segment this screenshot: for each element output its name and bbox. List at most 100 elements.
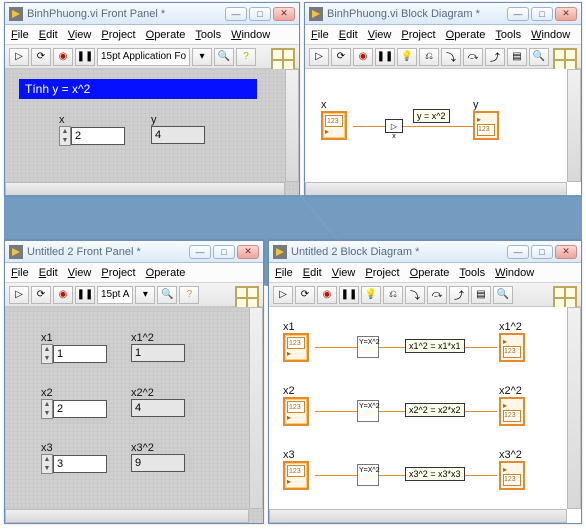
highlight-exec-button[interactable]: 💡 <box>361 286 381 304</box>
run-button[interactable]: ▷ <box>9 286 29 304</box>
input-x2[interactable]: 2 <box>53 400 107 418</box>
pause-button[interactable]: ❚❚ <box>75 48 95 66</box>
close-button[interactable]: ✕ <box>555 245 577 259</box>
menu-operate[interactable]: Operate <box>146 267 186 279</box>
menu-operate[interactable]: Operate <box>146 29 186 41</box>
scrollbar-horizontal[interactable] <box>5 509 249 523</box>
menu-view[interactable]: View <box>68 267 92 279</box>
run-continuous-button[interactable]: ⟳ <box>31 286 51 304</box>
align-button[interactable]: ▾ <box>135 286 155 304</box>
menu-project[interactable]: Project <box>101 29 135 41</box>
input-x[interactable]: 2 <box>71 127 125 145</box>
menu-operate[interactable]: Operate <box>446 29 486 41</box>
run-button[interactable]: ▷ <box>309 48 329 66</box>
control-terminal-x1[interactable]: 123▸ <box>283 333 309 362</box>
help-button[interactable]: ? <box>236 48 256 66</box>
search-button[interactable]: 🔍 <box>157 286 177 304</box>
minimize-button[interactable]: — <box>507 7 529 21</box>
multiply-node[interactable]: ▷x <box>385 119 403 133</box>
menu-tools[interactable]: Tools <box>459 267 485 279</box>
search-button[interactable]: 🔍 <box>214 48 234 66</box>
menu-window[interactable]: Window <box>495 267 534 279</box>
step-over-button[interactable]: ⤼ <box>463 48 483 66</box>
titlebar[interactable]: BinhPhuong.vi Block Diagram * — □ ✕ <box>305 3 581 25</box>
menu-tools[interactable]: Tools <box>195 29 221 41</box>
scrollbar-horizontal[interactable] <box>269 509 567 523</box>
menu-file[interactable]: File <box>11 29 29 41</box>
control-terminal-x2[interactable]: 123▸ <box>283 397 309 426</box>
abort-button[interactable]: ◉ <box>53 286 73 304</box>
scrollbar-vertical[interactable] <box>249 307 263 509</box>
menu-view[interactable]: View <box>368 29 392 41</box>
scrollbar-horizontal[interactable] <box>5 182 285 196</box>
step-into-button[interactable]: ⤵ <box>441 48 461 66</box>
titlebar[interactable]: Untitled 2 Front Panel * — □ ✕ <box>5 241 263 263</box>
abort-button[interactable]: ◉ <box>353 48 373 66</box>
titlebar[interactable]: Untitled 2 Block Diagram * — □ ✕ <box>269 241 581 263</box>
spinner-x1[interactable]: ▲▼ <box>41 344 53 364</box>
highlight-exec-button[interactable]: 💡 <box>397 48 417 66</box>
indicator-terminal-y[interactable]: ▸123 <box>473 111 499 140</box>
maximize-button[interactable]: □ <box>249 7 271 21</box>
scrollbar-vertical[interactable] <box>567 69 581 182</box>
retain-wire-button[interactable]: ⎌ <box>383 286 403 304</box>
maximize-button[interactable]: □ <box>531 245 553 259</box>
spinner-x2[interactable]: ▲▼ <box>41 399 53 419</box>
control-terminal-x[interactable]: 123▸ <box>321 111 347 140</box>
step-out-button[interactable]: ⤴ <box>449 286 469 304</box>
retain-wire-button[interactable]: ⎌ <box>419 48 439 66</box>
menu-edit[interactable]: Edit <box>39 29 58 41</box>
run-continuous-button[interactable]: ⟳ <box>295 286 315 304</box>
run-button[interactable]: ▷ <box>9 48 29 66</box>
maximize-button[interactable]: □ <box>531 7 553 21</box>
search-button[interactable]: 🔍 <box>493 286 513 304</box>
menu-view[interactable]: View <box>332 267 356 279</box>
minimize-button[interactable]: — <box>189 245 211 259</box>
maximize-button[interactable]: □ <box>213 245 235 259</box>
menu-file[interactable]: File <box>311 29 329 41</box>
abort-button[interactable]: ◉ <box>53 48 73 66</box>
menu-edit[interactable]: Edit <box>39 267 58 279</box>
scrollbar-vertical[interactable] <box>285 69 299 182</box>
spinner-x[interactable]: ▲▼ <box>59 126 71 146</box>
menu-window[interactable]: Window <box>531 29 570 41</box>
step-out-button[interactable]: ⤴ <box>485 48 505 66</box>
menu-edit[interactable]: Edit <box>303 267 322 279</box>
search-button[interactable]: 🔍 <box>529 48 549 66</box>
menu-view[interactable]: View <box>68 29 92 41</box>
indicator-terminal-x2sq[interactable]: ▸123 <box>499 397 525 426</box>
indicator-terminal-x1sq[interactable]: ▸123 <box>499 333 525 362</box>
subvi-call-2[interactable]: Y=X^2 <box>357 400 379 422</box>
pause-button[interactable]: ❚❚ <box>339 286 359 304</box>
abort-button[interactable]: ◉ <box>317 286 337 304</box>
run-continuous-button[interactable]: ⟳ <box>31 48 51 66</box>
spinner-x3[interactable]: ▲▼ <box>41 454 53 474</box>
pause-button[interactable]: ❚❚ <box>75 286 95 304</box>
font-field[interactable]: 15pt A <box>97 286 133 304</box>
titlebar[interactable]: BinhPhuong.vi Front Panel * — □ ✕ <box>5 3 299 25</box>
step-into-button[interactable]: ⤵ <box>405 286 425 304</box>
run-button[interactable]: ▷ <box>273 286 293 304</box>
menu-project[interactable]: Project <box>101 267 135 279</box>
menu-file[interactable]: File <box>275 267 293 279</box>
subvi-call-3[interactable]: Y=X^2 <box>357 464 379 486</box>
cleanup-button[interactable]: ▤ <box>507 48 527 66</box>
indicator-terminal-x3sq[interactable]: ▸123 <box>499 461 525 490</box>
control-terminal-x3[interactable]: 123▸ <box>283 461 309 490</box>
help-button[interactable]: ? <box>179 286 199 304</box>
scrollbar-horizontal[interactable] <box>305 182 567 196</box>
scrollbar-vertical[interactable] <box>567 307 581 509</box>
close-button[interactable]: ✕ <box>555 7 577 21</box>
input-x3[interactable]: 3 <box>53 455 107 473</box>
cleanup-button[interactable]: ▤ <box>471 286 491 304</box>
pause-button[interactable]: ❚❚ <box>375 48 395 66</box>
step-over-button[interactable]: ⤼ <box>427 286 447 304</box>
close-button[interactable]: ✕ <box>273 7 295 21</box>
font-field[interactable]: 15pt Application Fo <box>97 48 190 66</box>
input-x1[interactable]: 1 <box>53 345 107 363</box>
menu-file[interactable]: File <box>11 267 29 279</box>
subvi-call-1[interactable]: Y=X^2 <box>357 336 379 358</box>
menu-window[interactable]: Window <box>231 29 270 41</box>
align-button[interactable]: ▾ <box>192 48 212 66</box>
menu-operate[interactable]: Operate <box>410 267 450 279</box>
